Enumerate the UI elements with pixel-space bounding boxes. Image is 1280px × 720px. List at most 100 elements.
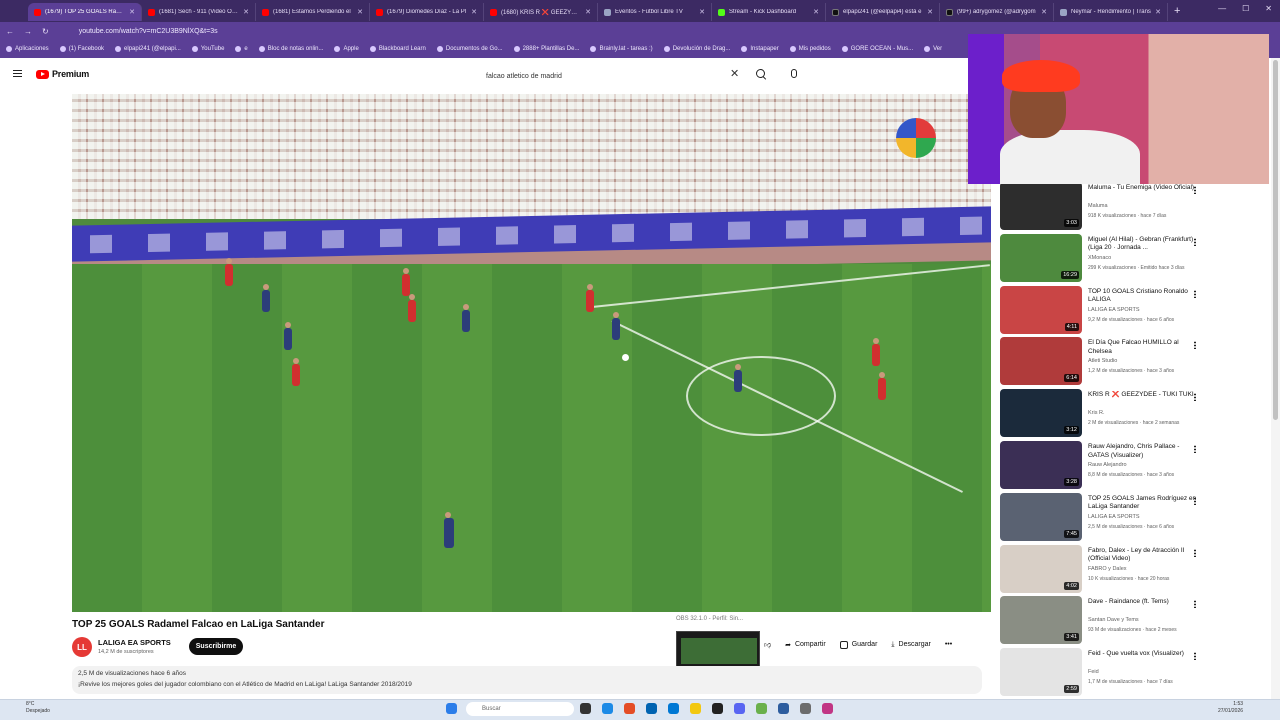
start-icon[interactable] — [446, 703, 457, 714]
video-thumbnail[interactable]: 2:59 — [1000, 648, 1082, 696]
save-button[interactable]: Guardar — [839, 640, 877, 649]
more-options-icon[interactable] — [1194, 548, 1196, 557]
browser-tab[interactable]: (1681) Sech - 911 (Video Ofici ✕ — [142, 3, 256, 21]
app-icon[interactable] — [756, 703, 767, 714]
recommended-title[interactable]: El Día Que Falcao HUMILLO al Chelsea — [1088, 339, 1198, 356]
dislike-button[interactable]: 👎︎ — [764, 640, 771, 649]
recommended-channel[interactable]: Santan Dave y Tems — [1088, 617, 1139, 623]
recommended-channel[interactable]: Feid — [1088, 669, 1099, 675]
bookmark-item[interactable]: Brainly.lat - tareas :) — [590, 46, 653, 52]
close-tab-icon[interactable]: ✕ — [927, 8, 933, 16]
recommended-channel[interactable]: Atleti Studio — [1088, 358, 1117, 364]
youtube-premium-logo[interactable]: Premium — [36, 69, 89, 79]
bookmark-item[interactable]: Mis pedidos — [789, 46, 831, 52]
recommended-video[interactable]: 7:45 TOP 25 GOALS James Rodríguez en LaLi… — [998, 492, 1258, 541]
recommended-title[interactable]: Fabro, Dalex - Ley de Atracción II (Offi… — [1088, 547, 1198, 564]
recommended-video[interactable]: 3:41 Dave - Raindance (ft. Tems) Santan Da… — [998, 596, 1258, 645]
chrome-icon[interactable] — [624, 703, 635, 714]
new-tab-button[interactable]: + — [1174, 5, 1180, 17]
browser-tab[interactable]: (1680) KRIS R ❌ GEEZYDEE ✕ — [484, 3, 598, 21]
bookmark-item[interactable]: Documentos de Go... — [436, 46, 503, 52]
share-button[interactable]: ➦ Compartir — [785, 641, 826, 649]
bookmark-item[interactable]: GORE OCEAN - Mus... — [841, 46, 913, 52]
recommended-channel[interactable]: Maluma — [1088, 203, 1108, 209]
close-tab-icon[interactable]: ✕ — [585, 8, 591, 16]
channel-name[interactable]: LALIGA EA SPORTS — [98, 638, 171, 647]
explorer-icon[interactable] — [690, 703, 701, 714]
video-thumbnail[interactable]: 6:14 — [1000, 337, 1082, 386]
video-thumbnail[interactable]: 4:02 — [1000, 544, 1082, 593]
close-tab-icon[interactable]: ✕ — [1041, 8, 1047, 16]
obs-icon[interactable] — [712, 703, 723, 714]
channel-avatar[interactable]: LL — [72, 637, 92, 657]
bookmark-item[interactable]: YouTube — [191, 46, 224, 52]
bookmark-item[interactable]: e — [235, 46, 248, 52]
close-tab-icon[interactable]: ✕ — [357, 8, 363, 16]
browser-tab[interactable]: (1681) Estamos Perdiendo el ✕ — [256, 3, 370, 21]
more-options-icon[interactable] — [1194, 186, 1196, 194]
forward-icon[interactable]: → — [24, 27, 32, 36]
clear-search-icon[interactable]: ✕ — [730, 67, 739, 80]
video-thumbnail[interactable]: 3:12 — [1000, 389, 1082, 438]
system-clock[interactable]: 1:53 27/01/2026 — [1218, 701, 1243, 715]
recommended-title[interactable]: Maluma - Tu Enemiga (Video Oficial) — [1088, 184, 1198, 193]
bookmark-item[interactable]: Aplicaciones — [6, 46, 49, 52]
browser-tab[interactable]: Neymar - Rendimiento | Trans ✕ — [1054, 3, 1168, 21]
more-options-icon[interactable] — [1194, 600, 1196, 609]
recommended-channel[interactable]: LALIGA EA SPORTS — [1088, 514, 1140, 520]
recommended-video[interactable]: 16:29 Miguel (Al Hilal) - Gebran (Frankfu… — [998, 233, 1258, 282]
recommended-video[interactable]: 4:02 Fabro, Dalex - Ley de Atracción II (… — [998, 544, 1258, 593]
close-tab-icon[interactable]: ✕ — [1155, 8, 1161, 16]
bookmark-item[interactable]: Apple — [334, 46, 359, 52]
recommended-video[interactable]: 2:59 Feid - Que vuelta vox (Visualizer) Fe… — [998, 648, 1258, 696]
recommended-title[interactable]: Miguel (Al Hilal) - Gebran (Frankfurt) (… — [1088, 236, 1198, 253]
close-icon[interactable]: ✕ — [1265, 4, 1272, 13]
settings-icon[interactable] — [778, 703, 789, 714]
close-tab-icon[interactable]: ✕ — [813, 8, 819, 16]
recommended-title[interactable]: Dave - Raindance (ft. Tems) — [1088, 598, 1198, 607]
close-tab-icon[interactable]: ✕ — [243, 8, 249, 16]
recommended-channel[interactable]: LALIGA EA SPORTS — [1088, 307, 1140, 313]
bookmark-item[interactable]: Bloc de notas onlin... — [258, 46, 323, 52]
recommended-channel[interactable]: Kris R. — [1088, 410, 1105, 416]
bookmark-item[interactable]: elpapi241 (@elpapi... — [115, 46, 181, 52]
video-player[interactable] — [72, 94, 991, 612]
video-thumbnail[interactable]: 3:28 — [1000, 441, 1082, 489]
bookmark-item[interactable]: Instapaper — [741, 46, 779, 52]
video-thumbnail[interactable]: 3:41 — [1000, 596, 1082, 645]
recommended-video[interactable]: 3:28 Rauw Alejandro, Chris Pallace - GATA… — [998, 441, 1258, 489]
calculator-icon[interactable] — [800, 703, 811, 714]
description-box[interactable] — [72, 666, 982, 694]
video-thumbnail[interactable]: 7:45 — [1000, 492, 1082, 541]
recommended-video[interactable]: 3:03 Maluma - Tu Enemiga (Video Oficial) M… — [998, 182, 1258, 230]
more-options-icon[interactable] — [1194, 445, 1196, 453]
browser-tab[interactable]: (1679) Diomedes Díaz - La Pl ✕ — [370, 3, 484, 21]
discord-icon[interactable] — [734, 703, 745, 714]
recommended-title[interactable]: KRIS R ❌ GEEZYDEE - TUKI TUKI — [1088, 391, 1198, 400]
bookmark-item[interactable]: Blackboard Learn — [369, 46, 426, 52]
more-options-icon[interactable] — [1194, 289, 1196, 298]
browser-tab[interactable]: elpapi241 (@eelpapi4) está e ✕ — [826, 3, 940, 21]
browser-tab[interactable]: Eventos - Fútbol Libre TV ✕ — [598, 3, 712, 21]
subscribe-button[interactable]: Suscribirme — [189, 638, 243, 655]
recommended-channel[interactable]: Rauw Alejandro — [1088, 462, 1127, 468]
bookmark-item[interactable]: 2888+ Plantillas De... — [513, 46, 579, 52]
bookmark-item[interactable]: Ver — [924, 46, 942, 52]
browser-tab[interactable]: (1679) TOP 25 GOALS Radame ✕ — [28, 3, 142, 21]
recommended-channel[interactable]: FABRO y Dalex — [1088, 566, 1127, 572]
close-tab-icon[interactable]: ✕ — [129, 8, 135, 16]
more-options-icon[interactable] — [1194, 237, 1196, 246]
more-options-icon[interactable] — [1194, 341, 1196, 350]
microphone-icon[interactable] — [791, 69, 797, 78]
url-field[interactable]: youtube.com/watch?v=mC2U3B9NlXQ&t=3s — [79, 28, 218, 35]
more-options-icon[interactable] — [1194, 652, 1196, 661]
browser-tab[interactable]: Stream - Kick Dashboard ✕ — [712, 3, 826, 21]
download-button[interactable]: ⤓ Descargar — [891, 641, 930, 649]
reload-icon[interactable]: ↻ — [42, 27, 49, 36]
video-thumbnail[interactable]: 3:03 — [1000, 182, 1082, 230]
search-icon[interactable] — [754, 67, 768, 81]
more-options-icon[interactable] — [1194, 393, 1196, 402]
more-actions-button[interactable]: ••• — [945, 641, 952, 648]
more-options-icon[interactable] — [1194, 496, 1196, 505]
instagram-icon[interactable] — [822, 703, 833, 714]
